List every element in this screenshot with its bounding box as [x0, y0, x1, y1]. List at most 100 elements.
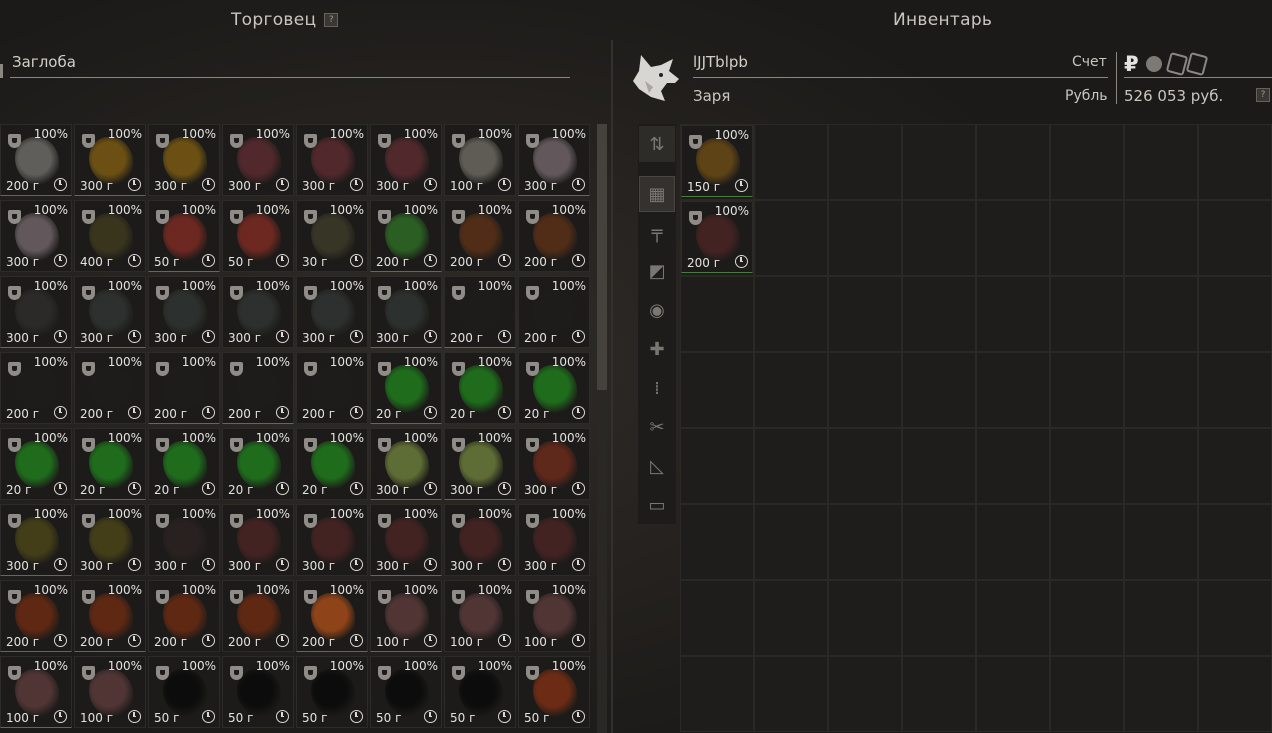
item-slot[interactable]: 100% 30 г: [296, 200, 368, 272]
empty-inventory-slot[interactable]: [1198, 428, 1272, 504]
item-slot[interactable]: 100% 300 г: [444, 428, 516, 500]
item-slot[interactable]: 100% 50 г: [518, 656, 590, 728]
item-slot[interactable]: 100% 200 г: [444, 276, 516, 348]
empty-inventory-slot[interactable]: [1124, 656, 1198, 732]
empty-inventory-slot[interactable]: [902, 352, 976, 428]
item-slot[interactable]: 100% 300 г: [0, 276, 72, 348]
item-slot[interactable]: 100% 200 г: [518, 276, 590, 348]
empty-inventory-slot[interactable]: [1124, 428, 1198, 504]
empty-inventory-slot[interactable]: [1050, 656, 1124, 732]
item-slot[interactable]: 100% 50 г: [296, 656, 368, 728]
barter-currency-icon[interactable]: [1165, 52, 1189, 76]
empty-inventory-slot[interactable]: [1050, 580, 1124, 656]
item-slot[interactable]: 100% 400 г: [74, 200, 146, 272]
empty-inventory-slot[interactable]: [976, 580, 1050, 656]
empty-inventory-slot[interactable]: [1050, 200, 1124, 276]
item-slot[interactable]: 100% 100 г: [444, 124, 516, 196]
armor-icon[interactable]: ◩: [639, 253, 675, 289]
empty-inventory-slot[interactable]: [1198, 580, 1272, 656]
empty-inventory-slot[interactable]: [754, 200, 828, 276]
ammo-icon[interactable]: ⁞: [639, 370, 675, 406]
trader-help-button[interactable]: ?: [324, 13, 339, 27]
empty-inventory-slot[interactable]: [1198, 124, 1272, 200]
item-slot[interactable]: 100% 200 г: [0, 352, 72, 424]
empty-inventory-slot[interactable]: [828, 504, 902, 580]
empty-inventory-slot[interactable]: [828, 580, 902, 656]
empty-inventory-slot[interactable]: [754, 580, 828, 656]
empty-inventory-slot[interactable]: [680, 580, 754, 656]
item-slot[interactable]: 100% 100 г: [74, 656, 146, 728]
empty-inventory-slot[interactable]: [1050, 124, 1124, 200]
item-slot[interactable]: 100% 200 г: [0, 580, 72, 652]
empty-inventory-slot[interactable]: [1198, 200, 1272, 276]
empty-inventory-slot[interactable]: [828, 276, 902, 352]
empty-inventory-slot[interactable]: [1198, 656, 1272, 732]
empty-inventory-slot[interactable]: [1124, 276, 1198, 352]
item-slot[interactable]: 100% 300 г: [370, 504, 442, 576]
empty-inventory-slot[interactable]: [828, 656, 902, 732]
item-slot[interactable]: 100% 100 г: [518, 580, 590, 652]
item-slot[interactable]: 100% 100 г: [444, 580, 516, 652]
item-slot[interactable]: 100% 200 г: [444, 200, 516, 272]
empty-inventory-slot[interactable]: [680, 656, 754, 732]
empty-inventory-slot[interactable]: [754, 504, 828, 580]
item-slot[interactable]: 100% 200 г: [222, 580, 294, 652]
item-slot[interactable]: 100% 200 г: [681, 201, 753, 273]
empty-inventory-slot[interactable]: [976, 656, 1050, 732]
item-slot[interactable]: 100% 200 г: [222, 352, 294, 424]
item-slot[interactable]: 100% 300 г: [74, 276, 146, 348]
item-slot[interactable]: 100% 300 г: [222, 276, 294, 348]
item-slot[interactable]: 100% 20 г: [222, 428, 294, 500]
empty-inventory-slot[interactable]: [1124, 200, 1198, 276]
artifact-icon[interactable]: ◉: [639, 292, 675, 328]
item-slot[interactable]: 100% 20 г: [296, 428, 368, 500]
item-slot[interactable]: 100% 300 г: [222, 124, 294, 196]
empty-inventory-slot[interactable]: [754, 276, 828, 352]
item-slot[interactable]: 100% 300 г: [74, 504, 146, 576]
empty-inventory-slot[interactable]: [1198, 504, 1272, 580]
ruble-currency-icon[interactable]: ₽: [1124, 52, 1139, 76]
item-slot[interactable]: 100% 200 г: [148, 352, 220, 424]
empty-inventory-slot[interactable]: [754, 352, 828, 428]
item-slot[interactable]: 100% 200 г: [74, 352, 146, 424]
item-slot[interactable]: 100% 300 г: [296, 276, 368, 348]
item-slot[interactable]: 100% 50 г: [148, 200, 220, 272]
empty-inventory-slot[interactable]: [1198, 352, 1272, 428]
item-slot[interactable]: 100% 200 г: [148, 580, 220, 652]
inventory-help-button[interactable]: ?: [1256, 88, 1270, 102]
empty-inventory-slot[interactable]: [680, 428, 754, 504]
item-slot[interactable]: 100% 20 г: [444, 352, 516, 424]
item-slot[interactable]: 100% 300 г: [0, 504, 72, 576]
empty-inventory-slot[interactable]: [1198, 276, 1272, 352]
item-slot[interactable]: 100% 200 г: [0, 124, 72, 196]
empty-inventory-slot[interactable]: [1124, 504, 1198, 580]
empty-inventory-slot[interactable]: [754, 124, 828, 200]
empty-inventory-slot[interactable]: [902, 124, 976, 200]
empty-inventory-slot[interactable]: [902, 656, 976, 732]
trader-scrollbar-thumb[interactable]: [597, 124, 607, 390]
empty-inventory-slot[interactable]: [828, 200, 902, 276]
empty-inventory-slot[interactable]: [1124, 124, 1198, 200]
item-slot[interactable]: 100% 300 г: [296, 124, 368, 196]
empty-inventory-slot[interactable]: [902, 276, 976, 352]
item-slot[interactable]: 100% 300 г: [148, 276, 220, 348]
item-slot[interactable]: 100% 20 г: [518, 352, 590, 424]
empty-inventory-slot[interactable]: [754, 428, 828, 504]
empty-inventory-slot[interactable]: [680, 352, 754, 428]
item-slot[interactable]: 100% 100 г: [370, 580, 442, 652]
item-slot[interactable]: 100% 300 г: [74, 124, 146, 196]
item-slot[interactable]: 100% 300 г: [148, 504, 220, 576]
item-slot[interactable]: 100% 50 г: [444, 656, 516, 728]
item-slot[interactable]: 100% 50 г: [222, 200, 294, 272]
empty-inventory-slot[interactable]: [754, 656, 828, 732]
item-slot[interactable]: 100% 150 г: [681, 125, 753, 197]
item-slot[interactable]: 100% 100 г: [0, 656, 72, 728]
tools-icon[interactable]: ✂: [639, 409, 675, 445]
empty-inventory-slot[interactable]: [1050, 428, 1124, 504]
item-slot[interactable]: 100% 300 г: [296, 504, 368, 576]
item-slot[interactable]: 100% 20 г: [0, 428, 72, 500]
item-slot[interactable]: 100% 20 г: [74, 428, 146, 500]
item-slot[interactable]: 100% 20 г: [370, 352, 442, 424]
item-slot[interactable]: 100% 300 г: [370, 276, 442, 348]
empty-inventory-slot[interactable]: [1124, 352, 1198, 428]
